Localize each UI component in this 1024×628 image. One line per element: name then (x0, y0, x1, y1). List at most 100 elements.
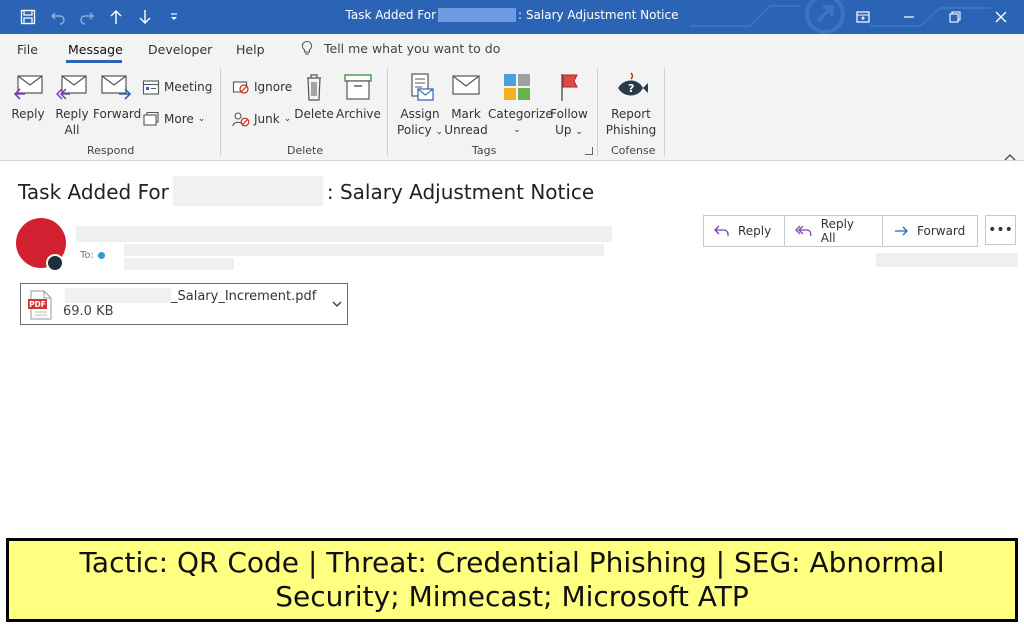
mark-unread-label-1: Mark (451, 107, 481, 121)
reply-all-arrow-icon (795, 225, 812, 236)
more-actions-button[interactable]: ••• (985, 215, 1016, 245)
to-label: To: (80, 250, 94, 261)
recipient-status-icon (97, 252, 105, 259)
tab-developer[interactable]: Developer (148, 42, 212, 57)
trash-icon (307, 74, 321, 101)
tell-me-search[interactable]: Tell me what you want to do (300, 40, 500, 56)
mark-unread-icon (452, 75, 480, 95)
mark-unread-label-2: Unread (444, 123, 488, 137)
forward-label: Forward (93, 107, 142, 121)
reply-action-label: Reply (738, 224, 772, 238)
categorize-chevron-down-icon: ⌄ (513, 125, 521, 135)
reply-all-label-1: Reply (55, 107, 89, 121)
tags-group-label: Tags (472, 144, 497, 157)
redacted-recipients (124, 244, 604, 256)
reply-button[interactable]: Reply (8, 72, 48, 122)
delete-button[interactable]: Delete (294, 72, 334, 122)
redacted-filename (65, 288, 171, 303)
message-subject: Task Added For : Salary Adjustment Notice (18, 176, 594, 206)
threat-info-banner: Tactic: QR Code | Threat: Credential Phi… (6, 538, 1018, 622)
subject-prefix: Task Added For (18, 180, 169, 204)
follow-up-label-1: Follow (550, 107, 588, 121)
ignore-label: Ignore (254, 80, 293, 94)
svg-text:?: ? (628, 82, 634, 95)
restore-icon[interactable] (932, 0, 978, 34)
respond-group-label: Respond (87, 144, 135, 157)
forward-action-label: Forward (917, 224, 966, 238)
redacted-recipients-more (124, 258, 234, 270)
phish-hook-icon: ? (618, 72, 648, 96)
flag-icon (561, 74, 578, 101)
title-bar: Task Added For: Salary Adjustment Notice (0, 0, 1024, 34)
tags-dialog-launcher-icon[interactable] (585, 147, 593, 155)
assign-policy-label-2: Policy ⌄ (397, 123, 443, 137)
message-actions: Reply Reply All Forward (703, 215, 978, 247)
pdf-badge: PDF (29, 300, 46, 309)
attachment-chevron-down-icon[interactable] (332, 300, 342, 308)
assign-policy-button[interactable]: Assign Policy ⌄ (396, 72, 444, 140)
reply-icon (13, 75, 43, 100)
subject-suffix: : Salary Adjustment Notice (326, 180, 595, 204)
archive-button[interactable]: Archive (336, 72, 381, 122)
to-line: To: (80, 250, 105, 261)
meeting-label: Meeting (164, 80, 213, 94)
more-respond-label: More (164, 112, 194, 126)
delete-label: Delete (294, 107, 334, 121)
reply-all-action-button[interactable]: Reply All (785, 216, 883, 246)
assign-policy-icon (411, 73, 434, 101)
tell-me-label: Tell me what you want to do (324, 40, 501, 56)
pdf-file-icon: PDF (28, 290, 52, 320)
categorize-icon (504, 74, 530, 100)
junk-icon (232, 112, 250, 127)
assign-policy-label-1: Assign (400, 107, 440, 121)
ignore-button[interactable]: Ignore (232, 79, 292, 95)
categorize-button[interactable]: Categorize ⌄ (488, 72, 553, 138)
more-chevron-down-icon: ⌄ (197, 114, 206, 124)
more-respond-button[interactable]: More ⌄ (142, 111, 205, 127)
report-phishing-button[interactable]: ? Report Phishing (603, 72, 659, 138)
group-divider (220, 68, 221, 156)
report-phishing-label-2: Phishing (605, 123, 657, 137)
collapse-ribbon-icon[interactable] (1004, 146, 1016, 165)
group-divider (387, 68, 388, 156)
redacted-timestamp (876, 253, 1018, 267)
more-actions-label: ••• (988, 222, 1013, 238)
follow-up-button[interactable]: Follow Up ⌄ (548, 72, 590, 140)
tab-file[interactable]: File (17, 42, 38, 57)
categorize-label: Categorize (488, 107, 553, 121)
group-divider (664, 68, 665, 156)
tab-help[interactable]: Help (236, 42, 265, 57)
archive-label: Archive (336, 107, 381, 121)
delete-group-label: Delete (287, 144, 324, 157)
meeting-button[interactable]: Meeting (142, 79, 212, 95)
active-tab-indicator (66, 60, 122, 63)
report-phishing-label-1: Report (611, 107, 651, 121)
lightbulb-icon (301, 40, 313, 55)
forward-arrow-icon (895, 226, 908, 236)
attachment-size: 69.0 KB (63, 304, 114, 319)
ribbon: Reply Reply All Forward Meeting More ⌄ R… (0, 64, 1024, 161)
group-divider (597, 68, 598, 156)
reply-all-action-label: Reply All (820, 217, 854, 245)
presence-status-icon (46, 254, 64, 272)
menu-bar: File Message Developer Help Tell me what… (0, 34, 1024, 64)
tab-message[interactable]: Message (68, 42, 123, 57)
forward-action-button[interactable]: Forward (883, 216, 977, 246)
title-prefix: Task Added For (345, 8, 437, 22)
attachment-name-suffix: _Salary_Increment.pdf (171, 289, 317, 304)
meeting-icon (142, 80, 160, 95)
reply-all-icon (55, 75, 87, 100)
junk-button[interactable]: Junk ⌄ (232, 111, 291, 127)
attachment-name: _Salary_Increment.pdf (65, 288, 316, 304)
ignore-icon (232, 81, 249, 94)
reply-all-button[interactable]: Reply All (52, 72, 92, 138)
reply-action-button[interactable]: Reply (704, 216, 785, 246)
reply-label: Reply (11, 107, 45, 121)
attachment-card[interactable]: PDF _Salary_Increment.pdf 69.0 KB (20, 283, 348, 325)
ribbon-display-options-icon[interactable] (840, 0, 886, 34)
close-icon[interactable] (978, 0, 1024, 34)
forward-icon (101, 75, 132, 100)
mark-unread-button[interactable]: Mark Unread (444, 72, 488, 138)
minimize-icon[interactable] (886, 0, 932, 34)
forward-button[interactable]: Forward (93, 72, 142, 122)
